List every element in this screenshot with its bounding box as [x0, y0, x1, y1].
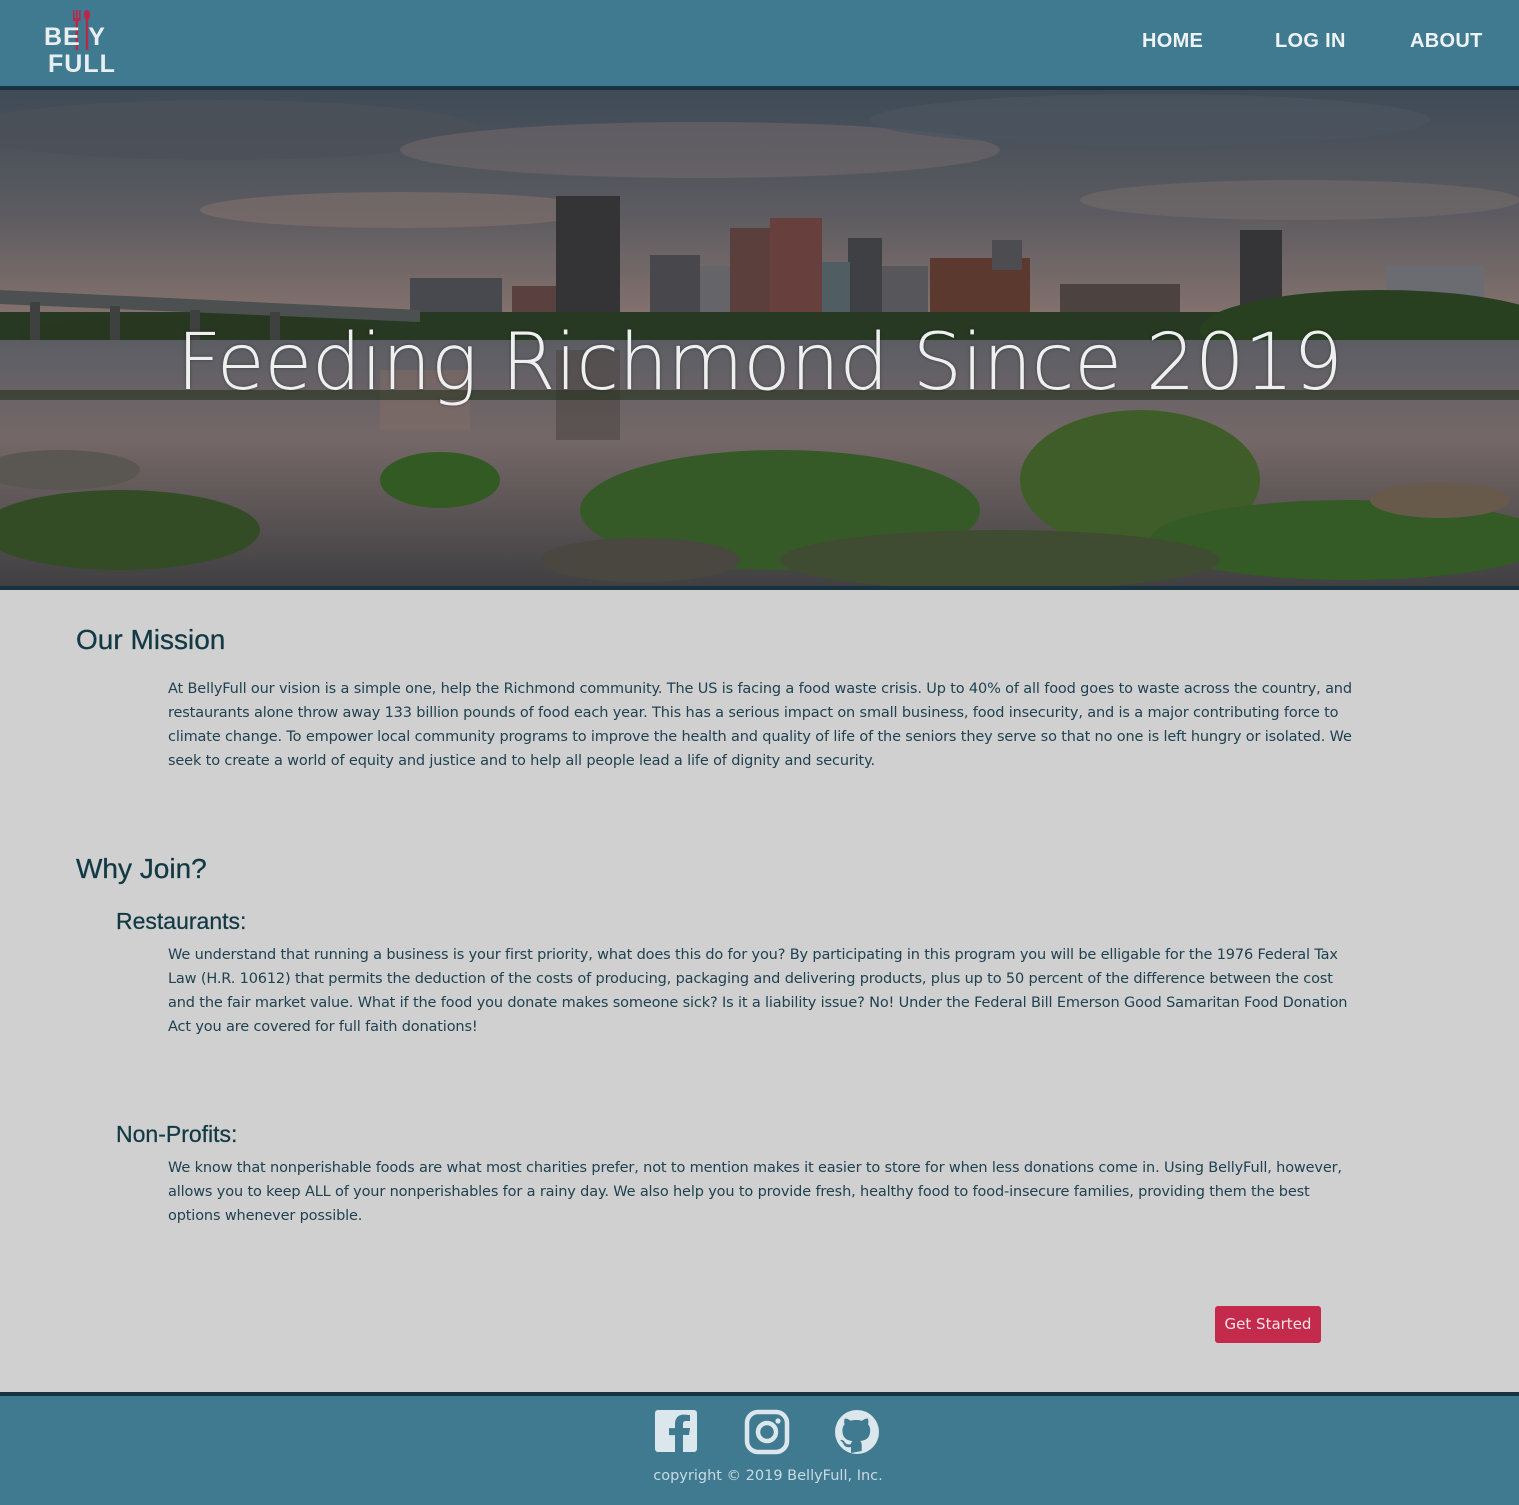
nav-about-link[interactable]: ABOUT [1410, 30, 1483, 53]
nonprofits-heading: Non-Profits: [116, 1121, 238, 1147]
nav-home-link[interactable]: HOME [1142, 30, 1203, 53]
nonprofits-text: We know that nonperishable foods are wha… [168, 1160, 1342, 1224]
hero-title: Feeding Richmond Since 2019 [176, 318, 1343, 408]
instagram-icon[interactable] [743, 1408, 791, 1456]
mission-text: At BellyFull our vision is a simple one,… [168, 681, 1352, 769]
mission-heading: Our Mission [76, 624, 226, 655]
github-icon[interactable] [833, 1408, 881, 1456]
logo-text-top: BE Y [44, 23, 106, 51]
facebook-icon[interactable] [653, 1408, 701, 1456]
get-started-button[interactable]: Get Started [1215, 1306, 1321, 1343]
copyright-text: copyright © 2019 BellyFull, Inc. [653, 1468, 883, 1484]
restaurants-heading: Restaurants: [116, 908, 247, 934]
navbar: BE Y FULL HOME LOG IN ABOUT [0, 0, 1519, 90]
footer: copyright © 2019 BellyFull, Inc. [0, 1392, 1519, 1505]
nav-login-link[interactable]: LOG IN [1275, 30, 1346, 53]
logo-text-bottom: FULL [48, 50, 116, 78]
brand-logo[interactable]: BE Y FULL [42, 10, 115, 78]
main-content: Our Mission At BellyFull our vision is a… [0, 590, 1519, 1392]
why-join-heading: Why Join? [76, 853, 207, 884]
restaurants-text: We understand that running a business is… [168, 947, 1348, 1035]
hero-banner: Feeding Richmond Since 2019 [0, 90, 1519, 590]
